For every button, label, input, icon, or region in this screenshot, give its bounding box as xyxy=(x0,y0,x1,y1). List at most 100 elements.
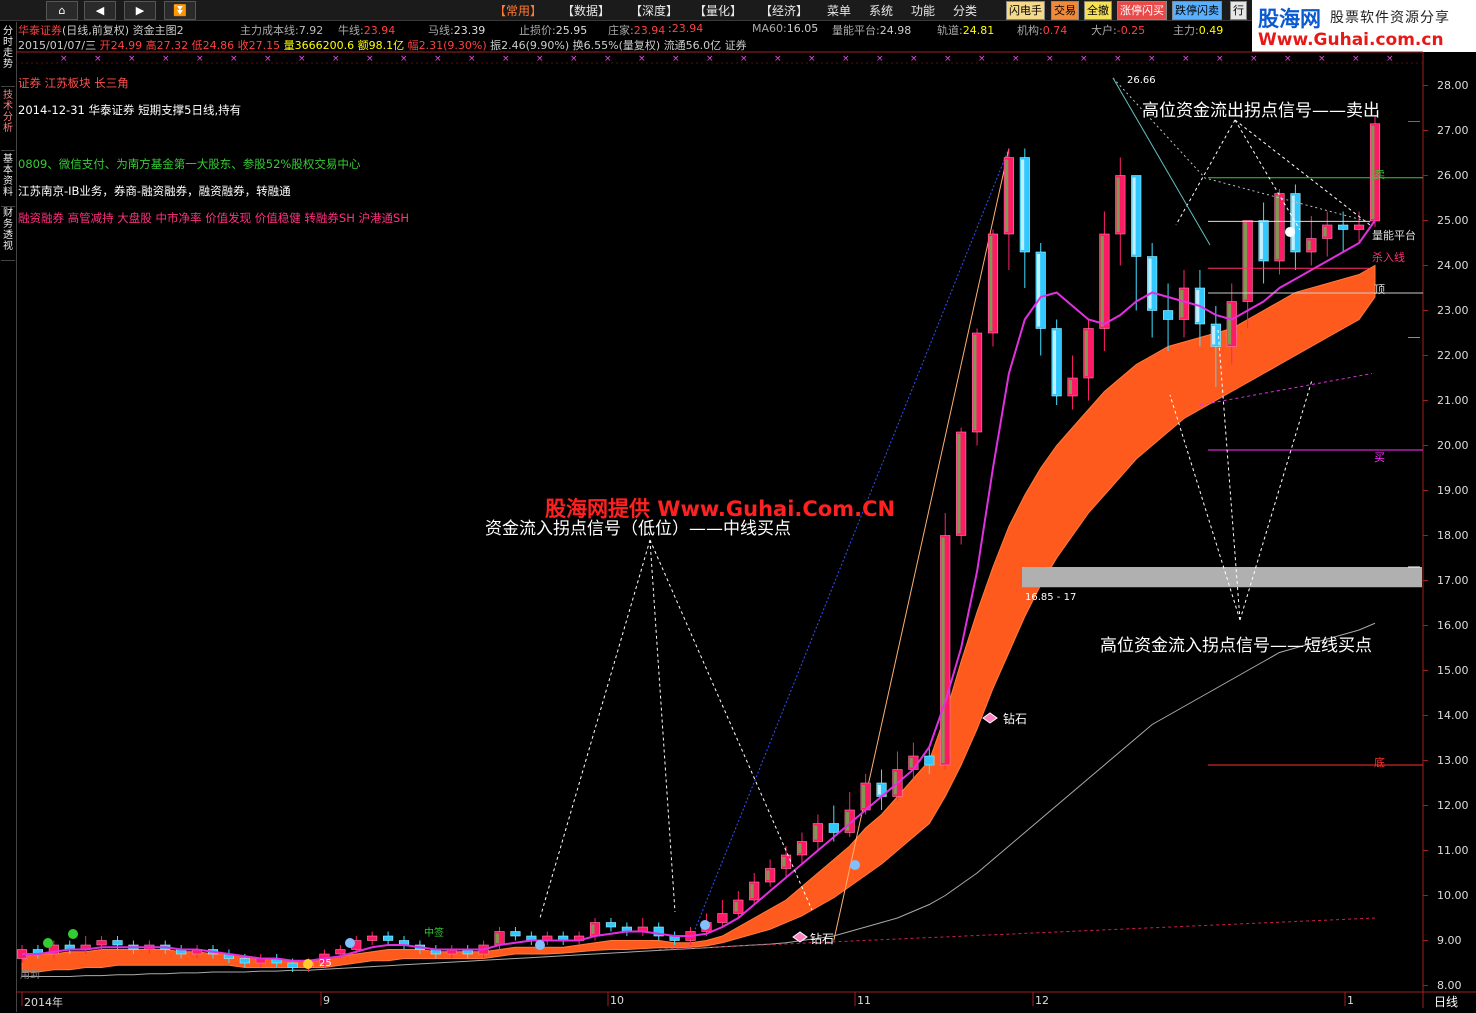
candle-highlight xyxy=(766,870,770,880)
candle-body xyxy=(96,940,107,946)
signal-marker: × xyxy=(944,54,952,64)
annotation-arrow xyxy=(1234,119,1371,226)
signal-dot xyxy=(68,929,78,939)
candle-body xyxy=(1338,224,1349,230)
candle-body xyxy=(828,823,839,833)
x-tick-label: 1 xyxy=(1347,994,1354,1007)
gap-zone xyxy=(1022,567,1422,588)
annotation-high-inflow: 高位资金流入拐点信号——短线买点 xyxy=(1100,636,1372,656)
watermark-text: 股海网提供 Www.Guhai.Com.CN xyxy=(545,497,896,521)
level-sell: 卖 xyxy=(1374,168,1385,181)
candle-highlight xyxy=(1275,195,1279,259)
signal-marker: × xyxy=(332,54,340,64)
level-kill: 杀入线 xyxy=(1372,251,1405,264)
signal-marker: × xyxy=(604,54,612,64)
annotation-arrow xyxy=(1234,119,1301,231)
candle-highlight xyxy=(861,785,866,808)
candle-highlight xyxy=(941,537,945,763)
signal-marker: × xyxy=(1352,54,1360,64)
signal-marker: × xyxy=(570,54,578,64)
signal-marker: × xyxy=(842,54,850,64)
signal-dot xyxy=(345,938,355,948)
coin-label: 25 xyxy=(319,958,332,969)
signal-marker: × xyxy=(1046,54,1054,64)
candle-highlight xyxy=(1180,290,1184,318)
candle-body xyxy=(605,922,617,928)
signal-marker: × xyxy=(978,54,986,64)
candle-highlight xyxy=(1052,330,1057,394)
candle-highlight xyxy=(814,825,818,840)
annotation-arrow xyxy=(539,539,651,919)
signal-marker: × xyxy=(910,54,918,64)
signal-marker: × xyxy=(128,54,136,64)
signal-marker: × xyxy=(638,54,646,64)
y-tick-label: 12.00 xyxy=(1437,798,1469,812)
signal-marker: × xyxy=(298,54,306,64)
candle-highlight xyxy=(909,758,913,768)
candle-highlight xyxy=(1100,236,1104,327)
period-label[interactable]: 日线 xyxy=(1434,993,1458,1010)
candle-body xyxy=(383,935,394,941)
signal-dot xyxy=(303,959,313,969)
signal-marker: × xyxy=(1216,54,1224,64)
signal-marker: × xyxy=(876,54,884,64)
candle-body xyxy=(367,935,378,941)
signal-marker: × xyxy=(162,54,170,64)
level-bottom: 底 xyxy=(1374,756,1385,769)
candle-highlight xyxy=(734,902,738,912)
y-tick-label: 21.00 xyxy=(1437,393,1469,407)
candle-highlight xyxy=(1227,303,1232,345)
info-line-1: 2014-12-31 华泰证券 短期支撑5日线,持有 xyxy=(18,103,242,117)
annotation-arrow xyxy=(1175,119,1236,226)
signal-marker: × xyxy=(366,54,374,64)
signal-marker: × xyxy=(740,54,748,64)
ma-slow-line xyxy=(22,622,1376,977)
annotation-arrow xyxy=(649,539,813,911)
signal-marker: × xyxy=(774,54,782,64)
candle-highlight xyxy=(1259,222,1263,259)
candle-highlight xyxy=(1132,177,1136,255)
y-tick-label: 10.00 xyxy=(1437,888,1469,902)
candle-highlight xyxy=(782,857,786,867)
signal-marker: × xyxy=(434,54,442,64)
candle-highlight xyxy=(1148,258,1152,309)
candle-highlight xyxy=(1068,380,1072,394)
y-tick-label: 26.00 xyxy=(1437,168,1469,182)
signal-marker: × xyxy=(1148,54,1156,64)
candle-highlight xyxy=(591,924,595,934)
y-tick-label: 15.00 xyxy=(1437,663,1469,677)
signal-dot xyxy=(850,860,860,870)
signal-marker: × xyxy=(468,54,476,64)
gap-range-label: 16.85 - 17 xyxy=(1025,592,1077,603)
candle-body xyxy=(1354,224,1365,230)
candle-highlight xyxy=(973,335,977,430)
y-tick-label: 28.00 xyxy=(1437,78,1469,92)
signal-dot xyxy=(535,940,545,950)
candle-highlight xyxy=(877,785,881,795)
signal-marker: × xyxy=(1318,54,1326,64)
signal-marker: × xyxy=(1182,54,1190,64)
signal-marker: × xyxy=(706,54,714,64)
candle-highlight xyxy=(1323,227,1327,237)
candle-highlight xyxy=(798,843,802,853)
x-tick-label: 12 xyxy=(1035,994,1049,1007)
chip-label: 用到 xyxy=(20,970,40,981)
candle-highlight xyxy=(957,434,961,534)
ma-magenta-line xyxy=(22,219,1376,962)
candle-highlight xyxy=(1291,195,1295,250)
candle-body xyxy=(335,949,346,955)
signal-marker: × xyxy=(1012,54,1020,64)
signal-marker: × xyxy=(60,54,68,64)
candle-body xyxy=(510,931,521,937)
signal-dot xyxy=(43,938,53,948)
x-tick-label: 9 xyxy=(323,994,330,1007)
y-tick-label: 27.00 xyxy=(1437,123,1469,137)
y-tick-label: 17.00 xyxy=(1437,573,1469,587)
y-tick-label: 16.00 xyxy=(1437,618,1469,632)
x-tick-label: 11 xyxy=(857,994,871,1007)
candle-highlight xyxy=(1036,254,1041,327)
y-tick-label: 23.00 xyxy=(1437,303,1469,317)
candle-body xyxy=(239,958,250,964)
x-tick-label: 10 xyxy=(610,994,624,1007)
y-tick-label: 25.00 xyxy=(1437,213,1469,227)
